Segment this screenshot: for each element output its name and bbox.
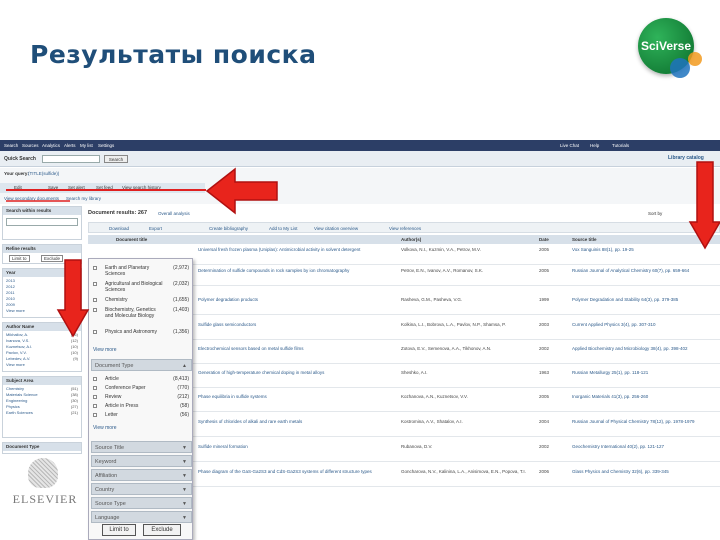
nav-alerts[interactable]: Alerts bbox=[64, 143, 76, 148]
source-title-section[interactable]: Source Title ▼ bbox=[91, 441, 192, 453]
checkbox[interactable] bbox=[93, 266, 97, 270]
overall-analysis-link[interactable]: Overall analysis bbox=[158, 211, 190, 216]
search-within-panel: Search within results bbox=[2, 206, 82, 240]
top-nav: Search Sources Analytics Alerts My list … bbox=[0, 140, 720, 151]
secondary-underline bbox=[6, 200, 70, 202]
nav-analytics[interactable]: Analytics bbox=[42, 143, 60, 148]
chevron-down-icon: ▼ bbox=[182, 459, 187, 465]
chevron-up-icon: ▲ bbox=[182, 363, 187, 369]
search-within-heading: Search within results bbox=[3, 207, 81, 215]
nav-my-list[interactable]: My list bbox=[80, 143, 93, 148]
left-limit-button[interactable]: Limit to bbox=[9, 255, 30, 262]
doctype-facet: Document Type bbox=[2, 442, 82, 454]
toolbar-references[interactable]: View references bbox=[389, 226, 421, 231]
keyword-section[interactable]: Keyword ▼ bbox=[91, 455, 192, 467]
scopus-screenshot: Search Sources Analytics Alerts My list … bbox=[0, 140, 720, 540]
col-source[interactable]: Source title bbox=[572, 237, 597, 242]
results-table-header: Document title Author(s) Date Source tit… bbox=[88, 235, 720, 244]
chevron-down-icon: ▼ bbox=[182, 515, 187, 521]
checkbox[interactable] bbox=[93, 282, 97, 286]
elsevier-logo: ELSEVIER bbox=[10, 458, 80, 506]
affiliation-section[interactable]: Affiliation ▼ bbox=[91, 469, 192, 481]
subject-facet: Subject Area Chemistry (51) Materials Sci… bbox=[2, 376, 82, 438]
nav-live-chat[interactable]: Live Chat bbox=[560, 143, 579, 148]
red-arrow-down-icon bbox=[56, 259, 90, 338]
elsevier-wordmark: ELSEVIER bbox=[12, 492, 78, 506]
toolbar-add-list[interactable]: Add to My List bbox=[269, 226, 298, 231]
view-more-link[interactable]: View more bbox=[3, 361, 81, 367]
checkbox[interactable] bbox=[93, 298, 97, 302]
query-value: (TITLE(sulfide)) bbox=[28, 171, 60, 176]
country-section[interactable]: Country ▼ bbox=[91, 483, 192, 495]
toolbar-citation-overview[interactable]: View citation overview bbox=[314, 226, 358, 231]
sort-label: Sort by bbox=[648, 211, 663, 216]
toolbar-export[interactable]: Export bbox=[149, 226, 162, 231]
checkbox[interactable] bbox=[93, 330, 97, 334]
slide-title: Результаты поиска bbox=[30, 40, 317, 69]
results-toolbar: Download Export Create bibliography Add … bbox=[88, 222, 720, 233]
checkbox[interactable] bbox=[93, 386, 97, 390]
doctype-section-header[interactable]: Document Type ▲ bbox=[91, 359, 192, 371]
results-count: Document results: 267 bbox=[88, 210, 148, 216]
elsevier-tree-icon bbox=[28, 458, 58, 488]
nav-tutorials[interactable]: Tutorials bbox=[612, 143, 629, 148]
checkbox[interactable] bbox=[93, 404, 97, 408]
red-arrow-down-right-icon bbox=[688, 161, 720, 250]
checkbox[interactable] bbox=[93, 377, 97, 381]
results-header: Document results: 267 Overall analysis S… bbox=[88, 210, 720, 219]
nav-help[interactable]: Help bbox=[590, 143, 599, 148]
query-underline bbox=[6, 189, 206, 191]
chevron-down-icon: ▼ bbox=[182, 501, 187, 507]
quick-search-button[interactable]: Search bbox=[104, 155, 128, 163]
col-authors[interactable]: Author(s) bbox=[401, 237, 421, 242]
red-arrow-left-icon bbox=[205, 167, 278, 215]
language-section[interactable]: Language ▼ bbox=[91, 511, 192, 523]
checkbox[interactable] bbox=[93, 395, 97, 399]
logo-dot-blue bbox=[670, 58, 690, 78]
exclude-button[interactable]: Exclude bbox=[143, 524, 181, 536]
sciverse-logo: SciVerse bbox=[636, 18, 712, 78]
nav-sources[interactable]: Sources bbox=[22, 143, 39, 148]
chevron-down-icon: ▼ bbox=[182, 473, 187, 479]
chevron-down-icon: ▼ bbox=[182, 487, 187, 493]
subject-heading: Subject Area bbox=[3, 377, 81, 385]
search-my-library-link[interactable]: Search my library bbox=[66, 196, 101, 201]
query-label: Your query: bbox=[4, 171, 29, 176]
nav-settings[interactable]: Settings bbox=[98, 143, 114, 148]
col-date[interactable]: Date bbox=[539, 237, 549, 242]
toolbar-bibliography[interactable]: Create bibliography bbox=[209, 226, 248, 231]
source-type-section[interactable]: Source Type ▼ bbox=[91, 497, 192, 509]
quick-search-input[interactable] bbox=[42, 155, 100, 163]
col-title[interactable]: Document title bbox=[116, 237, 147, 242]
limit-to-button[interactable]: Limit to bbox=[102, 524, 136, 536]
quick-search-bar: Quick Search Search Library catalog bbox=[0, 151, 720, 167]
nav-search[interactable]: Search bbox=[4, 143, 18, 148]
expanded-facet-panel: Earth and Planetary Sciences (2,972) Agri… bbox=[88, 258, 193, 540]
view-more-link[interactable]: View more bbox=[93, 425, 117, 431]
doctype-heading: Document Type bbox=[3, 443, 81, 451]
facet-item[interactable]: Earth Sciences (21) bbox=[3, 409, 81, 415]
refine-heading: Refine results bbox=[3, 245, 81, 253]
search-within-input[interactable] bbox=[6, 218, 78, 226]
logo-dot-orange bbox=[688, 52, 702, 66]
quick-search-label: Quick Search bbox=[4, 156, 36, 162]
chevron-down-icon: ▼ bbox=[182, 445, 187, 451]
sciverse-logo-text: SciVerse bbox=[640, 39, 692, 53]
checkbox[interactable] bbox=[93, 413, 97, 417]
toolbar-download[interactable]: Download bbox=[109, 226, 129, 231]
checkbox[interactable] bbox=[93, 308, 97, 312]
view-more-link[interactable]: View more bbox=[93, 347, 117, 353]
